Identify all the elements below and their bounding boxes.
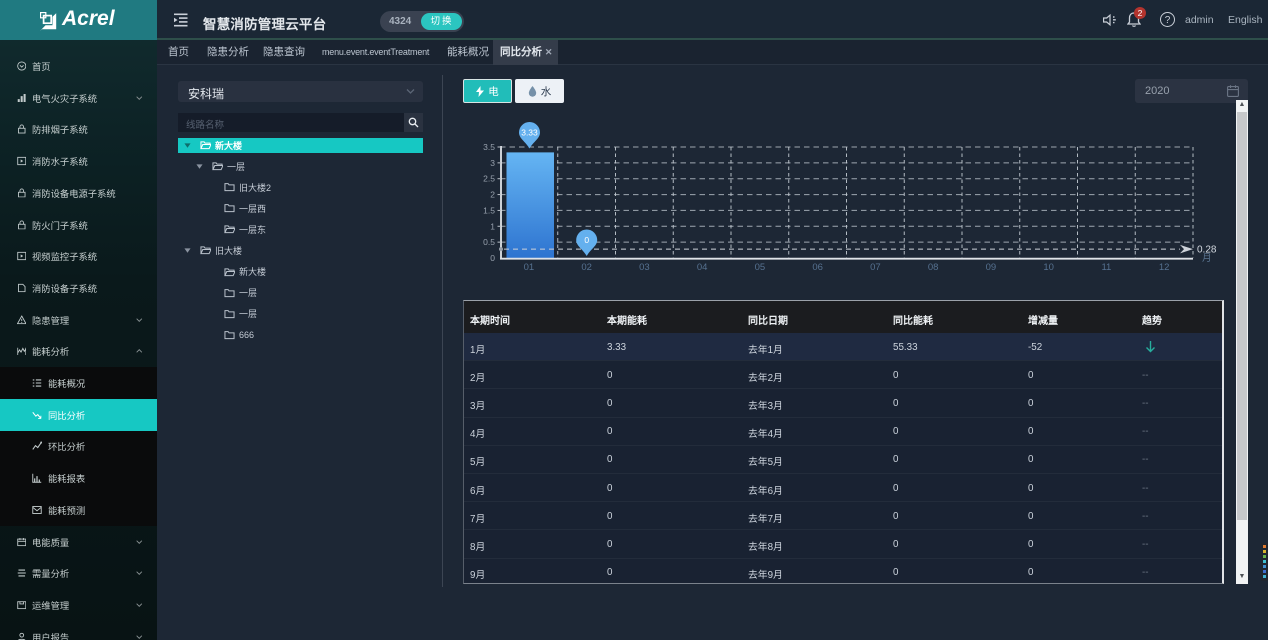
svg-text:11: 11	[1101, 262, 1111, 273]
svg-text:2.5: 2.5	[483, 174, 495, 184]
svg-text:01: 01	[524, 262, 535, 273]
svg-text:05: 05	[755, 262, 766, 273]
svg-text:3.5: 3.5	[483, 142, 495, 152]
svg-text:0.5: 0.5	[483, 237, 495, 247]
svg-text:06: 06	[812, 262, 823, 273]
svg-text:2: 2	[490, 190, 495, 200]
svg-text:12: 12	[1159, 262, 1170, 273]
svg-text:3.33: 3.33	[521, 128, 538, 138]
svg-text:1.5: 1.5	[483, 205, 495, 215]
svg-text:09: 09	[986, 262, 997, 273]
svg-text:月: 月	[1202, 253, 1212, 264]
svg-text:0: 0	[490, 253, 495, 263]
svg-text:02: 02	[581, 262, 592, 273]
svg-text:0: 0	[584, 235, 589, 245]
svg-text:04: 04	[697, 262, 708, 273]
svg-text:07: 07	[870, 262, 881, 273]
svg-text:3: 3	[490, 158, 495, 168]
svg-text:03: 03	[639, 262, 650, 273]
svg-text:10: 10	[1043, 262, 1054, 273]
svg-text:1: 1	[490, 221, 495, 231]
svg-text:08: 08	[928, 262, 939, 273]
